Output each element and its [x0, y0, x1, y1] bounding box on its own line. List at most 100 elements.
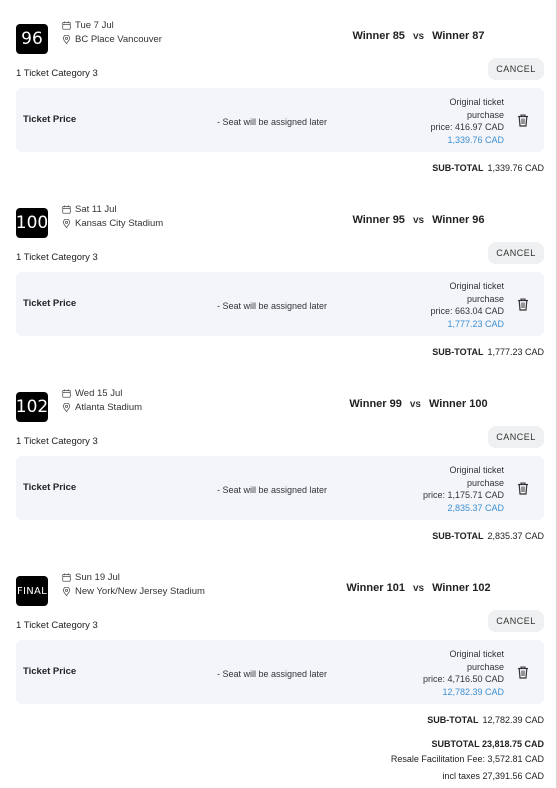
match-block-100: 100 Sat 11 Jul Kansas City Stadium Winne… — [0, 200, 557, 384]
cancel-button[interactable]: CANCEL — [488, 242, 544, 264]
sub-total-value: 12,782.39 CAD — [482, 715, 544, 725]
sub-total-label: SUB-TOTAL — [432, 531, 484, 541]
original-price-line3: price: 663.04 CAD — [430, 306, 504, 316]
match-number-badge: FINAL — [16, 576, 48, 606]
match-block-96: 96 Tue 7 Jul BC Place Vancouver Winner 8… — [0, 16, 557, 200]
match-date: Sun 19 Jul — [62, 572, 120, 583]
original-price-line3: price: 1,175.71 CAD — [422, 490, 504, 500]
match-date-text: Sat 11 Jul — [75, 204, 117, 215]
ticket-price-label: Ticket Price — [23, 298, 77, 309]
trash-icon[interactable] — [517, 298, 529, 311]
ticket-total-price: 1,777.23 CAD — [447, 318, 504, 329]
match-date-text: Wed 15 Jul — [75, 388, 123, 399]
match-venue: BC Place Vancouver — [62, 34, 162, 45]
trash-icon[interactable] — [517, 482, 529, 495]
match-teams: Winner 99 vs Winner 100 — [300, 398, 537, 410]
resale-facilitation-fee: Resale Facilitation Fee: 3,572.81 CAD — [390, 754, 544, 764]
seat-assignment-note: - Seat will be assigned later — [217, 485, 328, 495]
seat-assignment-note: - Seat will be assigned later — [217, 117, 328, 127]
vs-label: vs — [412, 583, 425, 594]
match-date: Sat 11 Jul — [62, 204, 117, 215]
team-b: Winner 102 — [432, 582, 491, 594]
match-teams: Winner 95 vs Winner 96 — [300, 214, 537, 226]
match-venue-text: Kansas City Stadium — [75, 218, 164, 229]
price-details: Original ticket purchase price: 663.04 C… — [430, 280, 504, 330]
ticket-price-label: Ticket Price — [23, 482, 77, 493]
team-a: Winner 95 — [352, 214, 405, 226]
ticket-total-price: 2,835.37 CAD — [447, 502, 504, 513]
team-b: Winner 100 — [429, 398, 488, 410]
team-a: Winner 85 — [352, 30, 405, 42]
seat-assignment-note: - Seat will be assigned later — [217, 669, 328, 679]
ticket-category-label: 1 Ticket Category 3 — [16, 620, 98, 631]
ticket-price-label: Ticket Price — [23, 666, 77, 677]
sub-total: SUB-TOTAL 1,339.76 CAD — [432, 163, 544, 173]
team-a: Winner 101 — [346, 582, 405, 594]
match-venue: Atlanta Stadium — [62, 402, 142, 413]
vs-label: vs — [409, 399, 421, 410]
calendar-icon — [62, 573, 71, 582]
match-date-text: Sun 19 Jul — [75, 572, 120, 583]
match-venue-text: BC Place Vancouver — [75, 34, 162, 45]
sub-total-value: 1,339.76 CAD — [487, 163, 544, 173]
match-date: Wed 15 Jul — [62, 388, 122, 399]
match-venue: Kansas City Stadium — [62, 218, 163, 229]
seat-assignment-note: - Seat will be assigned later — [217, 301, 328, 311]
match-venue-text: New York/New Jersey Stadium — [75, 586, 205, 597]
original-price-line3: price: 4,716.50 CAD — [422, 674, 504, 684]
match-block-final: FINAL Sun 19 Jul New York/New Jersey Sta… — [0, 568, 557, 752]
location-pin-icon — [62, 587, 71, 596]
match-number-badge: 100 — [16, 208, 48, 238]
original-price-line2: purchase — [466, 477, 504, 488]
ticket-price-box: Ticket Price - Seat will be assigned lat… — [16, 456, 544, 520]
vs-label: vs — [412, 215, 425, 226]
location-pin-icon — [62, 403, 71, 412]
match-number-badge: 102 — [16, 392, 48, 422]
total-incl-taxes: incl taxes 27,391.56 CAD — [442, 771, 544, 781]
team-a: Winner 99 — [349, 398, 402, 410]
sub-total: SUB-TOTAL 12,782.39 CAD — [427, 715, 544, 725]
ticket-price-box: Ticket Price - Seat will be assigned lat… — [16, 88, 544, 152]
ticket-price-box: Ticket Price - Seat will be assigned lat… — [16, 272, 544, 336]
original-price-line1: Original ticket — [449, 281, 504, 291]
sub-total-value: 1,777.23 CAD — [487, 347, 544, 357]
ticket-price-box: Ticket Price - Seat will be assigned lat… — [16, 640, 544, 704]
location-pin-icon — [62, 219, 71, 228]
ticket-category-label: 1 Ticket Category 3 — [16, 252, 98, 263]
original-price-line1: Original ticket — [449, 465, 504, 475]
vs-label: vs — [412, 31, 425, 42]
sub-total: SUB-TOTAL 1,777.23 CAD — [432, 347, 544, 357]
match-date-text: Tue 7 Jul — [75, 20, 114, 31]
sub-total-label: SUB-TOTAL — [432, 163, 484, 173]
sub-total-label: SUB-TOTAL — [432, 347, 484, 357]
price-details: Original ticket purchase price: 1,175.71… — [423, 464, 504, 514]
order-subtotal: SUBTOTAL 23,818.75 CAD — [431, 739, 544, 749]
trash-icon[interactable] — [517, 114, 529, 127]
cancel-button[interactable]: CANCEL — [488, 58, 544, 80]
calendar-icon — [62, 389, 71, 398]
team-b: Winner 87 — [432, 30, 485, 42]
match-venue-text: Atlanta Stadium — [75, 402, 143, 413]
match-block-102: 102 Wed 15 Jul Atlanta Stadium Winner 99… — [0, 384, 557, 568]
ticket-category-label: 1 Ticket Category 3 — [16, 436, 98, 447]
sub-total: SUB-TOTAL 2,835.37 CAD — [432, 531, 544, 541]
match-teams: Winner 101 vs Winner 102 — [300, 582, 537, 594]
ticket-price-label: Ticket Price — [23, 114, 77, 125]
match-venue: New York/New Jersey Stadium — [62, 586, 205, 597]
sub-total-label: SUB-TOTAL — [427, 715, 479, 725]
original-price-line2: purchase — [466, 109, 504, 120]
original-price-line1: Original ticket — [449, 97, 504, 107]
team-b: Winner 96 — [432, 214, 485, 226]
match-teams: Winner 85 vs Winner 87 — [300, 30, 537, 42]
trash-icon[interactable] — [517, 666, 529, 679]
cancel-button[interactable]: CANCEL — [488, 610, 544, 632]
cancel-button[interactable]: CANCEL — [488, 426, 544, 448]
calendar-icon — [62, 205, 71, 214]
price-details: Original ticket purchase price: 4,716.50… — [423, 648, 504, 698]
match-date: Tue 7 Jul — [62, 20, 114, 31]
price-details: Original ticket purchase price: 416.97 C… — [430, 96, 504, 146]
match-number-badge: 96 — [16, 24, 48, 54]
ticket-total-price: 12,782.39 CAD — [442, 686, 504, 697]
location-pin-icon — [62, 35, 71, 44]
ticket-total-price: 1,339.76 CAD — [447, 134, 504, 145]
